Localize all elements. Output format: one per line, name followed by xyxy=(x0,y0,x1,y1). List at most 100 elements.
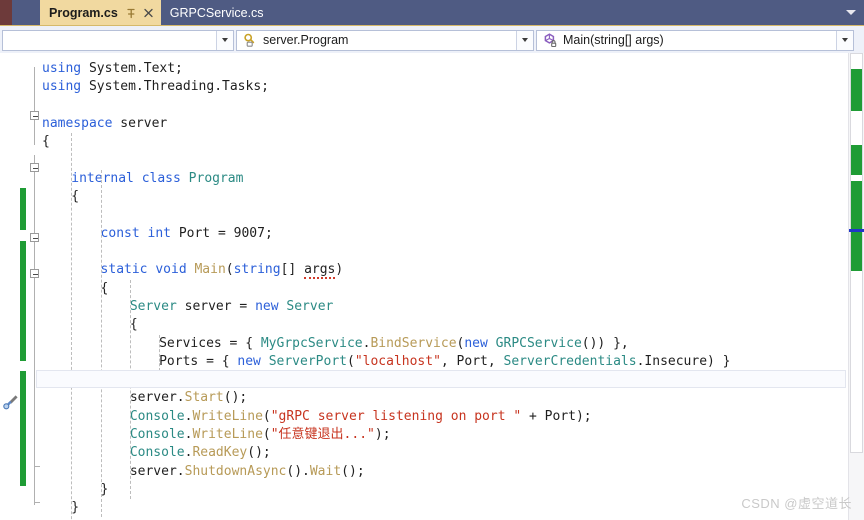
chevron-down-icon xyxy=(842,38,848,42)
code-token: ); xyxy=(374,427,391,442)
fold-toggle[interactable] xyxy=(30,163,39,172)
current-line-highlight xyxy=(36,370,846,389)
code-token: string xyxy=(233,262,281,278)
member-selector-value: Main(string[] args) xyxy=(563,33,664,47)
code-token: ; xyxy=(264,225,273,241)
code-token: WriteLine xyxy=(192,427,263,442)
screwdriver-icon[interactable] xyxy=(2,393,20,411)
code-line: Services = { MyGrpcService.BindService(n… xyxy=(159,335,629,353)
code-token: WriteLine xyxy=(192,408,263,424)
fold-toggle[interactable] xyxy=(30,233,39,242)
code-token: ReadKey xyxy=(192,445,248,461)
code-token: (). xyxy=(286,463,310,479)
close-icon[interactable] xyxy=(142,6,155,20)
tab-program-cs[interactable]: Program.cs xyxy=(40,0,161,25)
chevron-down-icon xyxy=(522,38,528,42)
code-token: ()) }, xyxy=(581,335,629,351)
caret-position-marker xyxy=(849,229,864,232)
code-token: BindService xyxy=(370,335,457,351)
project-selector[interactable] xyxy=(2,29,234,51)
code-token: (); xyxy=(223,390,248,406)
scrollbar-change-mark xyxy=(851,145,862,175)
pin-icon[interactable] xyxy=(125,6,138,20)
code-token: server xyxy=(112,115,168,131)
code-token: System.Threading.Tasks; xyxy=(81,79,269,95)
type-selector[interactable]: server.Program xyxy=(236,29,534,51)
code-token: [] xyxy=(280,262,305,278)
code-token: Server xyxy=(286,298,334,314)
code-token: Ports = { xyxy=(159,353,238,369)
code-token: ( xyxy=(262,427,271,442)
editor-indicator-margin[interactable] xyxy=(0,53,16,520)
code-token: namespace xyxy=(42,115,113,131)
change-bar xyxy=(20,188,26,230)
code-token: (); xyxy=(341,463,365,479)
code-token: "gRPC server listening on port " xyxy=(270,408,522,424)
code-line: { xyxy=(130,316,138,334)
tab-strip: Program.cs GRPCService.cs xyxy=(0,0,864,25)
type-selector-value: server.Program xyxy=(263,33,349,47)
fold-toggle[interactable] xyxy=(30,111,39,120)
code-token: System.Text; xyxy=(81,61,183,76)
code-token: ( xyxy=(262,408,271,424)
code-token: Services = { xyxy=(159,335,261,351)
code-token: MyGrpcService xyxy=(260,335,363,351)
code-token: { xyxy=(100,280,109,296)
code-token: GRPCService xyxy=(495,335,582,351)
outlining-margin[interactable] xyxy=(28,53,42,520)
method-private-icon xyxy=(541,31,559,49)
tab-grpcservice-cs[interactable]: GRPCService.cs xyxy=(160,0,278,25)
code-token: using xyxy=(42,61,82,76)
code-token: . xyxy=(176,463,185,479)
indent-guide xyxy=(129,279,131,500)
code-token: Wait xyxy=(309,463,342,479)
code-line: } xyxy=(71,499,79,517)
outlining-line xyxy=(34,67,35,145)
code-token: Console xyxy=(129,445,185,461)
code-line: using System.Text; xyxy=(42,60,183,78)
indent-guide xyxy=(159,334,161,372)
code-token: ServerPort xyxy=(268,353,347,369)
watermark: CSDN @虚空道长 xyxy=(741,496,852,511)
code-text-area[interactable]: using System.Text; using System.Threading… xyxy=(42,53,848,520)
project-selector-arrow[interactable] xyxy=(216,30,233,50)
code-token: "localhost" xyxy=(354,353,441,369)
code-token: ( xyxy=(346,353,355,369)
chevron-down-icon xyxy=(846,10,856,15)
code-token: Program xyxy=(188,170,244,186)
code-line: { xyxy=(42,133,50,151)
code-token: { xyxy=(71,189,80,205)
code-token: ShutdownAsync xyxy=(184,463,287,479)
fold-toggle[interactable] xyxy=(30,269,39,278)
tab-strip-spacer xyxy=(277,0,838,25)
tab-overflow-button[interactable] xyxy=(838,0,864,25)
code-token: server xyxy=(129,463,177,479)
code-token: { xyxy=(42,134,50,150)
tab-strip-left-stub xyxy=(0,0,12,25)
code-token: ) xyxy=(335,262,344,278)
code-token: "任意键退出..." xyxy=(270,427,375,442)
code-line: using System.Threading.Tasks; xyxy=(42,78,269,96)
outlining-line xyxy=(34,265,35,397)
code-token: server xyxy=(129,390,177,406)
code-token: , Port, xyxy=(440,353,504,369)
code-token: Port = xyxy=(171,225,234,241)
code-line: Console.ReadKey(); xyxy=(130,444,271,462)
type-selector-arrow[interactable] xyxy=(516,30,533,50)
vertical-scrollbar[interactable] xyxy=(848,53,864,520)
change-bar xyxy=(20,371,26,486)
code-line: { xyxy=(71,188,79,206)
code-token: Console xyxy=(129,427,185,442)
code-token: (); xyxy=(247,445,271,461)
navigation-bar: server.Program Main(string[] args) xyxy=(0,25,864,54)
member-selector-arrow[interactable] xyxy=(836,30,853,50)
chevron-down-icon xyxy=(222,38,228,42)
code-token: .Insecure) } xyxy=(636,353,731,369)
code-line: Console.WriteLine("任意键退出..."); xyxy=(130,426,391,444)
change-bar xyxy=(20,241,26,361)
member-selector[interactable]: Main(string[] args) xyxy=(536,29,854,51)
tab-strip-scroll-region[interactable] xyxy=(12,0,40,25)
code-editor[interactable]: using System.Text; using System.Threading… xyxy=(0,53,864,520)
